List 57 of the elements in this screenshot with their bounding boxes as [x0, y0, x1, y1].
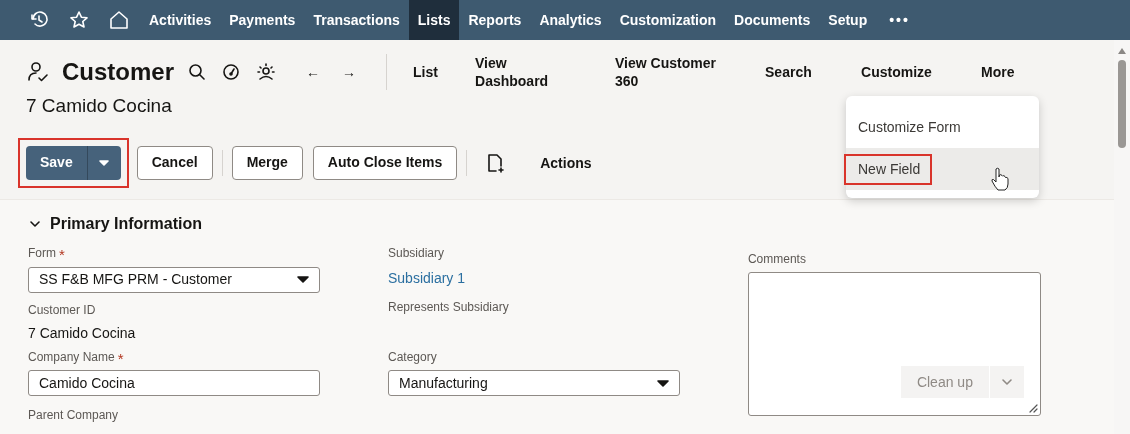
page-title: Customer — [62, 60, 175, 85]
field-label: Parent Company — [28, 407, 120, 424]
nav-tab[interactable]: Payments — [220, 0, 305, 40]
more-menu[interactable]: ••• — [880, 0, 919, 40]
field-value: 7 Camido Cocina — [28, 323, 137, 343]
menu-item[interactable]: New Field — [846, 148, 1039, 190]
text-field[interactable]: Camido Cocina — [28, 370, 320, 396]
resize-handle-icon — [1027, 403, 1038, 413]
toolbar-button[interactable]: Cancel — [136, 145, 213, 180]
required-mark: * — [59, 245, 65, 265]
dropdown-field[interactable]: SS F&B MFG PRM - Customer — [28, 266, 320, 293]
sun-icon[interactable] — [256, 62, 277, 83]
header-link[interactable]: View Customer 360 — [609, 54, 720, 91]
dropdown-button[interactable] — [86, 145, 121, 180]
header-link[interactable]: More — [975, 63, 1036, 82]
caret-icon — [99, 159, 110, 166]
nav-tab[interactable]: Reports — [459, 0, 531, 40]
header-link[interactable]: Customize — [855, 63, 976, 82]
actions-menu[interactable]: Actions — [540, 153, 592, 172]
save-button[interactable]: Save — [26, 145, 87, 180]
field-label: Company Name — [28, 348, 115, 366]
section-title: Primary Information — [50, 214, 203, 234]
header-link[interactable]: List — [407, 63, 470, 82]
gauge-icon[interactable] — [222, 63, 241, 82]
nav-tab[interactable]: Lists — [408, 0, 460, 40]
nav-tab[interactable]: Setup — [819, 0, 877, 40]
nav-tab[interactable]: Transactions — [304, 0, 409, 40]
nav-tab[interactable]: Documents — [725, 0, 820, 40]
record-name: 7 Camido Cocina — [26, 94, 173, 119]
search-icon[interactable] — [188, 63, 207, 82]
header-link[interactable]: View Dashboard — [469, 54, 570, 91]
forward-button[interactable]: → — [342, 63, 357, 82]
field-label: Form — [28, 245, 56, 262]
field-label: Subsidiary — [387, 245, 445, 262]
nav-tab[interactable]: Activities — [140, 0, 221, 40]
home-icon[interactable] — [109, 10, 129, 30]
dropdown-field[interactable]: Manufacturing — [387, 370, 680, 396]
chevron-icon — [1000, 378, 1013, 386]
field-label: Represents Subsidiary — [387, 299, 510, 316]
nav-tab[interactable]: Analytics — [530, 0, 611, 40]
toolbar-button[interactable]: Merge — [231, 145, 303, 180]
menu-item[interactable]: Customize Form — [846, 106, 1039, 148]
pointer-cursor-icon — [990, 167, 1010, 191]
history-icon[interactable] — [29, 10, 49, 30]
field-label: Customer ID — [28, 301, 97, 319]
header-link[interactable]: Search — [759, 63, 856, 82]
nav-tab[interactable]: Customization — [610, 0, 726, 40]
caret-icon — [656, 379, 669, 387]
back-button[interactable]: ← — [306, 63, 321, 82]
field-label: Comments — [747, 251, 807, 268]
star-icon[interactable] — [69, 10, 89, 30]
caret-icon — [297, 276, 309, 283]
field-label: Category — [387, 349, 438, 366]
required-mark: * — [117, 348, 124, 369]
toolbar-button[interactable]: Auto Close Items — [312, 145, 458, 180]
new-document-icon[interactable] — [486, 152, 505, 173]
subsidiary-link[interactable]: Subsidiary 1 — [387, 270, 465, 286]
